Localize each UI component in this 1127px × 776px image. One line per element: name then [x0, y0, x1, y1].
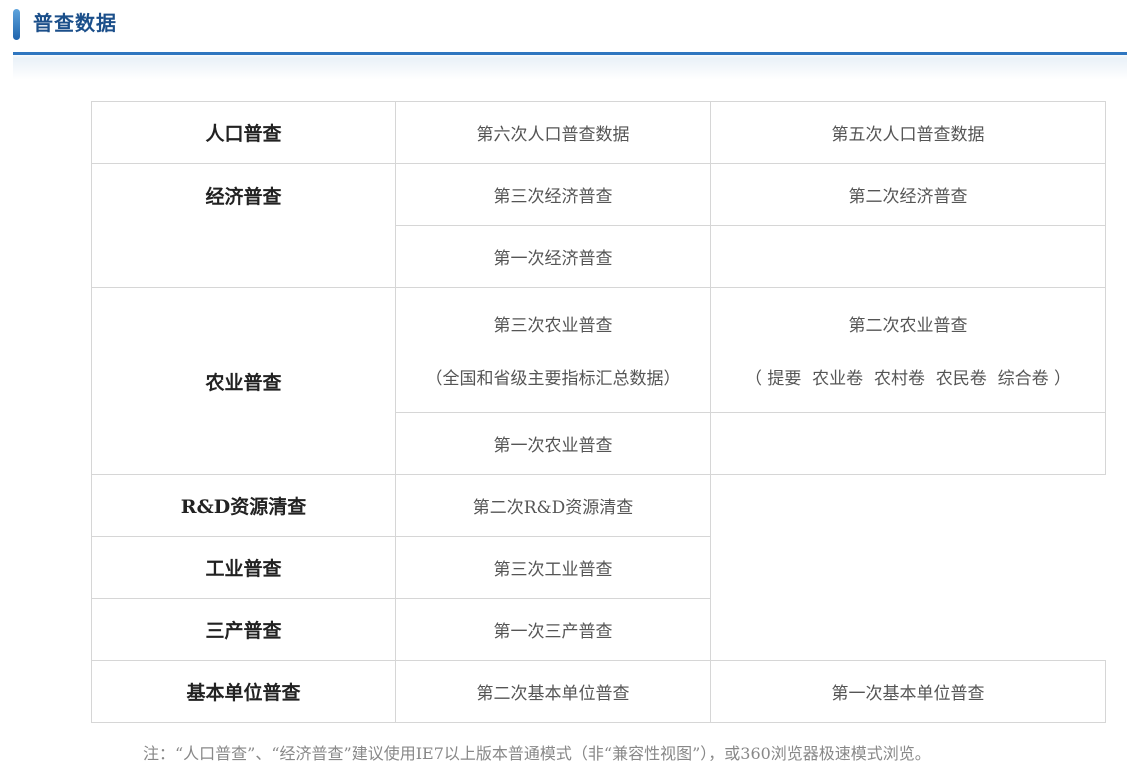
link-1st-tertiary-census[interactable]: 第一次三产普查	[395, 598, 711, 661]
browser-compatibility-note: 注：“人口普查”、“经济普查”建议使用IE7以上版本普通模式（非“兼容性视图”）…	[143, 744, 931, 763]
link-1st-basic-unit-census[interactable]: 第一次基本单位普查	[710, 660, 1106, 723]
category-industry: 工业普查	[91, 536, 396, 599]
table-row: 基本单位普查 第二次基本单位普查 第一次基本单位普查	[91, 660, 1106, 723]
page-title: 普查数据	[33, 11, 117, 35]
table-row: 经济普查 第三次经济普查 第二次经济普查	[91, 163, 1106, 288]
page-header: 普查数据	[13, 0, 1127, 80]
link-5th-population-census[interactable]: 第五次人口普查数据	[710, 101, 1106, 164]
header-divider	[13, 52, 1127, 55]
category-population: 人口普查	[91, 101, 396, 164]
category-agriculture: 农业普查	[91, 287, 396, 475]
agri-3rd-label[interactable]: 第三次农业普查	[494, 316, 613, 336]
link-2nd-agricultural-census[interactable]: 第二次农业普查 （ 提要 农业卷 农村卷 农民卷 综合卷 ）	[710, 287, 1106, 413]
agri-3rd-note[interactable]: （全国和省级主要指标汇总数据）	[396, 364, 710, 389]
empty-cell	[710, 225, 1106, 288]
link-1st-economic-census[interactable]: 第一次经济普查	[395, 225, 711, 288]
agri-2nd-label[interactable]: 第二次农业普查	[849, 316, 968, 336]
empty-cell	[710, 412, 1106, 475]
agri-2nd-volumes[interactable]: （ 提要 农业卷 农村卷 农民卷 综合卷 ）	[711, 364, 1105, 389]
table-row: 农业普查 第三次农业普查 （全国和省级主要指标汇总数据） 第二次农业普查 （ 提…	[91, 287, 1106, 475]
link-3rd-agricultural-census[interactable]: 第三次农业普查 （全国和省级主要指标汇总数据）	[395, 287, 711, 413]
category-basic-unit: 基本单位普查	[91, 660, 396, 723]
category-economy: 经济普查	[91, 163, 396, 288]
header-accent-bar	[13, 9, 20, 40]
table-row: R&D资源清查 第二次R&D资源清查	[91, 474, 1106, 661]
link-3rd-economic-census[interactable]: 第三次经济普查	[395, 163, 711, 226]
link-3rd-industrial-census[interactable]: 第三次工业普查	[395, 536, 711, 599]
census-table: 人口普查 第六次人口普查数据 第五次人口普查数据 经济普查 第三次经济普查 第二…	[91, 101, 1106, 723]
empty-area	[710, 474, 1106, 661]
category-rd: R&D资源清查	[91, 474, 396, 537]
category-tertiary: 三产普查	[91, 598, 396, 661]
link-2nd-rd-census[interactable]: 第二次R&D资源清查	[395, 474, 711, 537]
table-row: 人口普查 第六次人口普查数据 第五次人口普查数据	[91, 101, 1106, 164]
link-6th-population-census[interactable]: 第六次人口普查数据	[395, 101, 711, 164]
link-2nd-economic-census[interactable]: 第二次经济普查	[710, 163, 1106, 226]
link-2nd-basic-unit-census[interactable]: 第二次基本单位普查	[395, 660, 711, 723]
link-1st-agricultural-census[interactable]: 第一次农业普查	[395, 412, 711, 475]
